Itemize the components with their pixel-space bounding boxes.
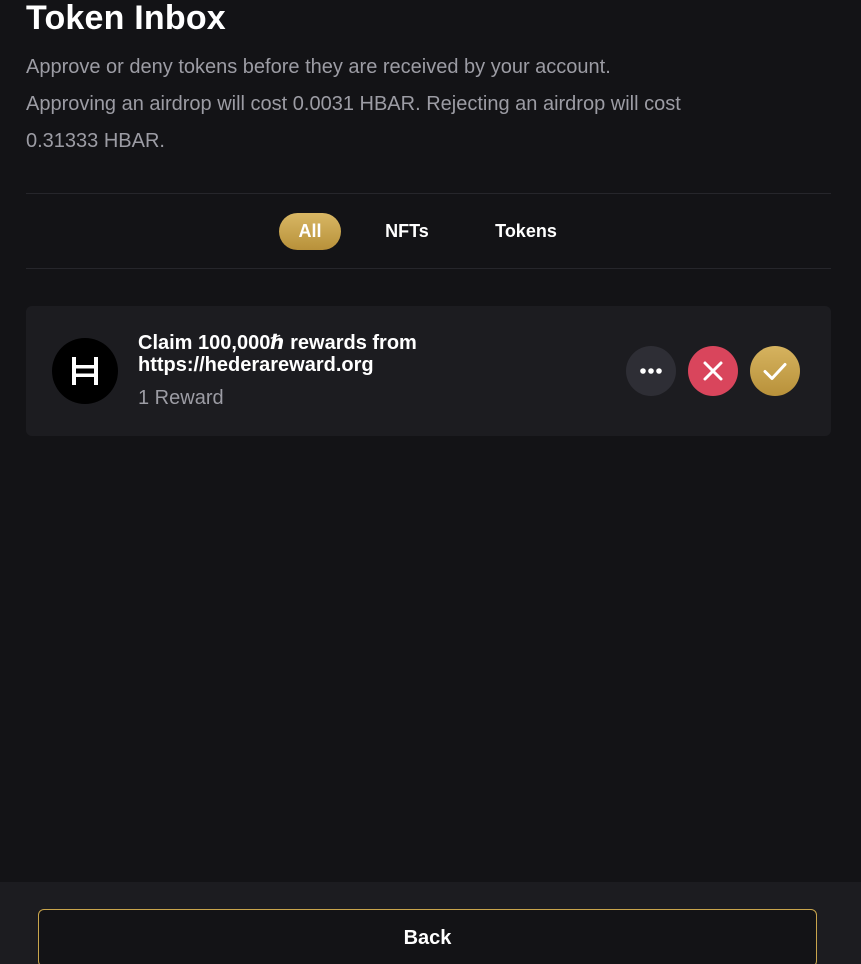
footer: Back <box>0 882 861 964</box>
item-subtitle: 1 Reward <box>138 387 224 409</box>
item-url: https://hederareward.org <box>138 354 374 376</box>
tab-nfts[interactable]: NFTs <box>374 213 440 250</box>
back-button[interactable]: Back <box>38 909 817 964</box>
tab-all[interactable]: All <box>279 213 341 250</box>
airdrop-item-card[interactable]: Claim 100,000ℏ rewards from https://hede… <box>26 306 831 436</box>
divider-top <box>26 193 831 194</box>
description-line: Approving an airdrop will cost 0.0031 HB… <box>26 93 681 115</box>
description-line: 0.31333 HBAR. <box>26 130 165 152</box>
reject-button[interactable] <box>688 346 738 396</box>
page-title: Token Inbox <box>26 0 226 37</box>
item-title-line: Claim 100,000ℏ rewards from <box>138 332 417 354</box>
token-inbox-page: Token Inbox Approve or deny tokens befor… <box>0 0 861 964</box>
check-icon <box>750 346 800 396</box>
tab-bar: All NFTs Tokens <box>0 213 861 250</box>
hedera-logo-icon <box>52 338 118 404</box>
approve-button[interactable] <box>750 346 800 396</box>
more-horizontal-icon <box>626 346 676 396</box>
divider-bottom <box>26 268 831 269</box>
tab-tokens[interactable]: Tokens <box>484 213 568 250</box>
item-title: Claim 100,000ℏ rewards from https://hede… <box>138 332 558 376</box>
page-description: Approve or deny tokens before they are r… <box>26 49 835 160</box>
more-options-button[interactable] <box>626 346 676 396</box>
close-icon <box>688 346 738 396</box>
header: Token Inbox Approve or deny tokens befor… <box>26 0 835 160</box>
description-line: Approve or deny tokens before they are r… <box>26 56 611 78</box>
